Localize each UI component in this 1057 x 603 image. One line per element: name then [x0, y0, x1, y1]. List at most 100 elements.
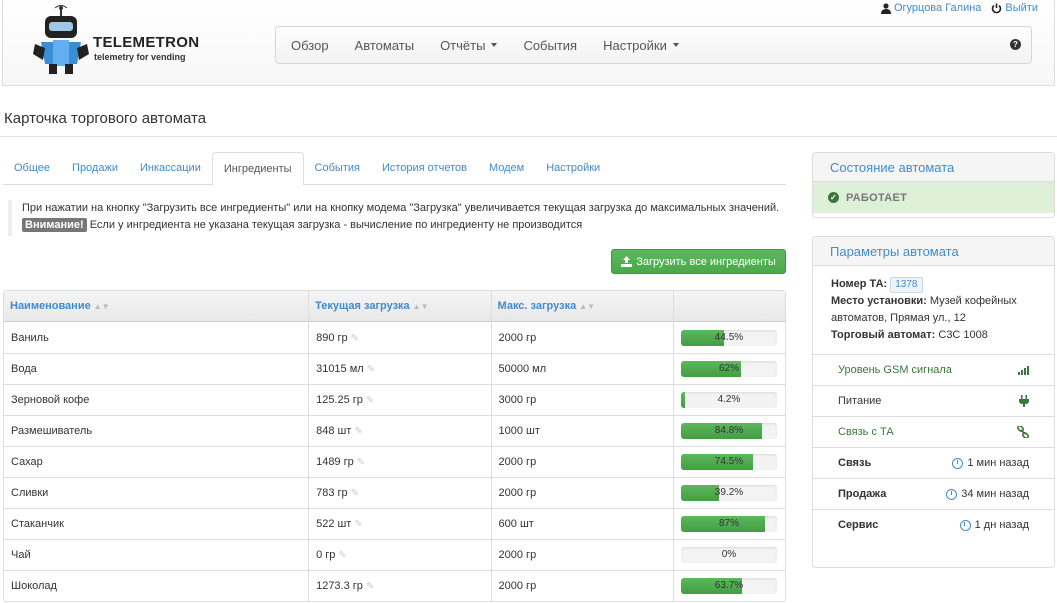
load-progress-bar: 63.7% — [680, 578, 777, 594]
pencil-icon[interactable]: ✎ — [367, 364, 375, 375]
ingredient-name: Вода — [4, 353, 309, 384]
nav-events-label: События — [523, 37, 578, 53]
column-header-name-label: Наименование — [10, 300, 91, 312]
tab-settings[interactable]: Настройки — [535, 152, 611, 185]
plug-icon — [1019, 395, 1029, 407]
load-progress-bar: 4.2% — [680, 392, 777, 408]
nav-overview[interactable]: Обзор — [278, 26, 342, 64]
current-load-cell[interactable]: 31015 мл ✎ — [308, 353, 491, 384]
table-row: Зерновой кофе 125.25 гр ✎ 3000 гр 4.2% — [4, 384, 785, 415]
pencil-icon[interactable]: ✎ — [351, 333, 359, 344]
user-bar: Огурцова Галина Выйти — [880, 2, 1038, 14]
pencil-icon[interactable]: ✎ — [354, 519, 362, 530]
ingredient-name: Ваниль — [11, 331, 49, 344]
load-progress-bar: 84.8% — [680, 423, 777, 439]
current-load-value: 522 шт — [316, 518, 352, 530]
pencil-icon[interactable]: ✎ — [357, 457, 365, 468]
pencil-icon[interactable]: ✎ — [366, 395, 374, 406]
power-row: Питание — [813, 385, 1054, 416]
tab-modem[interactable]: Модем — [478, 152, 535, 185]
current-load-value: 125.25 гр — [316, 394, 363, 406]
last-service-value: 1 дн назад — [974, 519, 1029, 531]
tab-general[interactable]: Общее — [3, 152, 61, 185]
load-progress-cell: 63.7% — [672, 570, 785, 601]
ingredient-name: Размешиватель — [4, 415, 309, 446]
tab-ingredients[interactable]: Ингредиенты — [211, 152, 304, 186]
pencil-icon[interactable]: ✎ — [366, 581, 374, 592]
machine-number-badge[interactable]: 1378 — [890, 277, 923, 293]
nav-settings-label: Настройки — [603, 37, 667, 53]
current-load-value: 0 гр — [316, 549, 336, 561]
nav-reports-label: Отчёты — [440, 37, 486, 53]
current-load-cell[interactable]: 783 гр ✎ — [308, 477, 491, 508]
help-icon[interactable]: ? — [1010, 39, 1021, 50]
last-connection-row: Связь 1 мин назад — [813, 447, 1054, 478]
current-load-cell[interactable]: 0 гр ✎ — [308, 539, 491, 570]
current-load-cell[interactable]: 848 шт ✎ — [308, 415, 491, 446]
table-row: Стаканчик 522 шт ✎ 600 шт 87% — [4, 508, 785, 539]
warning-badge: Внимание! — [22, 218, 87, 232]
pencil-icon[interactable]: ✎ — [351, 488, 359, 499]
page-title: Карточка торгового автомата — [4, 110, 207, 127]
telemetron-logo[interactable]: TELEMETRON telemetry for vending — [31, 4, 199, 80]
max-load-value: 2000 гр — [490, 477, 673, 508]
pencil-icon[interactable]: ✎ — [338, 550, 346, 561]
current-load-cell[interactable]: 522 шт ✎ — [308, 508, 491, 539]
max-load-value: 2000 гр — [490, 446, 673, 477]
ingredient-name: Шоколад — [4, 570, 309, 601]
nav-settings[interactable]: Настройки — [590, 26, 692, 64]
nav-events[interactable]: События — [510, 26, 590, 64]
tab-sales[interactable]: Продажи — [61, 152, 129, 185]
load-progress-label: 62% — [718, 363, 739, 374]
load-progress-bar: 0% — [680, 547, 777, 563]
load-progress-cell: 62% — [672, 353, 785, 384]
ingredient-name: Чай — [4, 539, 309, 570]
current-load-cell[interactable]: 890 гр ✎ — [308, 322, 490, 353]
table-header-row: Наименование ▲▼ Текущая загрузка ▲▼ Макс. … — [4, 291, 785, 322]
load-progress-cell: 87% — [672, 508, 785, 539]
pencil-icon[interactable]: ✎ — [354, 426, 362, 437]
user-link[interactable]: Огурцова Галина — [880, 2, 981, 14]
max-load-value: 600 шт — [490, 508, 673, 539]
nav-machines[interactable]: Автоматы — [342, 26, 428, 64]
table-row: Ваниль 890 гр ✎ 2000 гр 44.5% — [4, 322, 785, 353]
power-label: Питание — [838, 395, 882, 407]
max-load-value: 3000 гр — [490, 384, 673, 415]
logout-link[interactable]: Выйти — [991, 2, 1038, 14]
max-load-value: 2000 гр — [490, 570, 673, 601]
table-row: Чай 0 гр ✎ 2000 гр 0% — [4, 539, 785, 570]
header: TELEMETRON telemetry for vending Огурцов… — [2, 0, 1055, 86]
tab-collections[interactable]: Инкассации — [129, 152, 212, 185]
current-load-cell[interactable]: 125.25 гр ✎ — [308, 384, 491, 415]
user-icon — [880, 2, 891, 14]
tab-report-history[interactable]: История отчетов — [371, 152, 478, 185]
load-progress-bar: 44.5% — [680, 329, 777, 346]
max-load-value: 2000 гр — [490, 539, 673, 570]
note-line-1: При нажатии на кнопку "Загрузить все инг… — [22, 202, 780, 214]
machine-state-panel: Состояние автомата ✓ РАБОТАЕТ — [812, 152, 1055, 218]
power-icon — [992, 3, 1002, 13]
machine-location-label: Место установки: — [831, 295, 927, 307]
current-load-value: 1489 гр — [316, 456, 354, 468]
load-progress-bar: 74.5% — [680, 454, 777, 470]
max-load-value: 1000 шт — [490, 415, 673, 446]
logout-label: Выйти — [1005, 2, 1038, 14]
max-load-value: 50000 мл — [490, 353, 673, 384]
column-header-name[interactable]: Наименование ▲▼ — [4, 291, 309, 322]
sort-icon: ▲▼ — [579, 302, 596, 311]
table-row: Размешиватель 848 шт ✎ 1000 шт 84.8% — [4, 415, 785, 446]
load-progress-label: 63.7% — [714, 580, 744, 591]
load-all-ingredients-button[interactable]: Загрузить все ингредиенты — [611, 249, 786, 274]
load-progress-cell: 0% — [672, 539, 785, 570]
link-row: Связь с ТА — [813, 416, 1054, 447]
tab-events[interactable]: События — [304, 152, 371, 185]
current-load-cell[interactable]: 1489 гр ✎ — [308, 446, 491, 477]
current-load-cell[interactable]: 1273.3 гр ✎ — [308, 570, 491, 601]
ingredient-name: Зерновой кофе — [4, 384, 309, 415]
column-header-current[interactable]: Текущая загрузка ▲▼ — [308, 291, 491, 322]
load-progress-label: 74.5% — [714, 456, 744, 467]
column-header-max[interactable]: Макс. загрузка ▲▼ — [490, 291, 673, 322]
info-note: При нажатии на кнопку "Загрузить все инг… — [8, 200, 784, 236]
load-progress-cell: 44.5% — [672, 322, 785, 353]
nav-reports[interactable]: Отчёты — [427, 26, 510, 64]
